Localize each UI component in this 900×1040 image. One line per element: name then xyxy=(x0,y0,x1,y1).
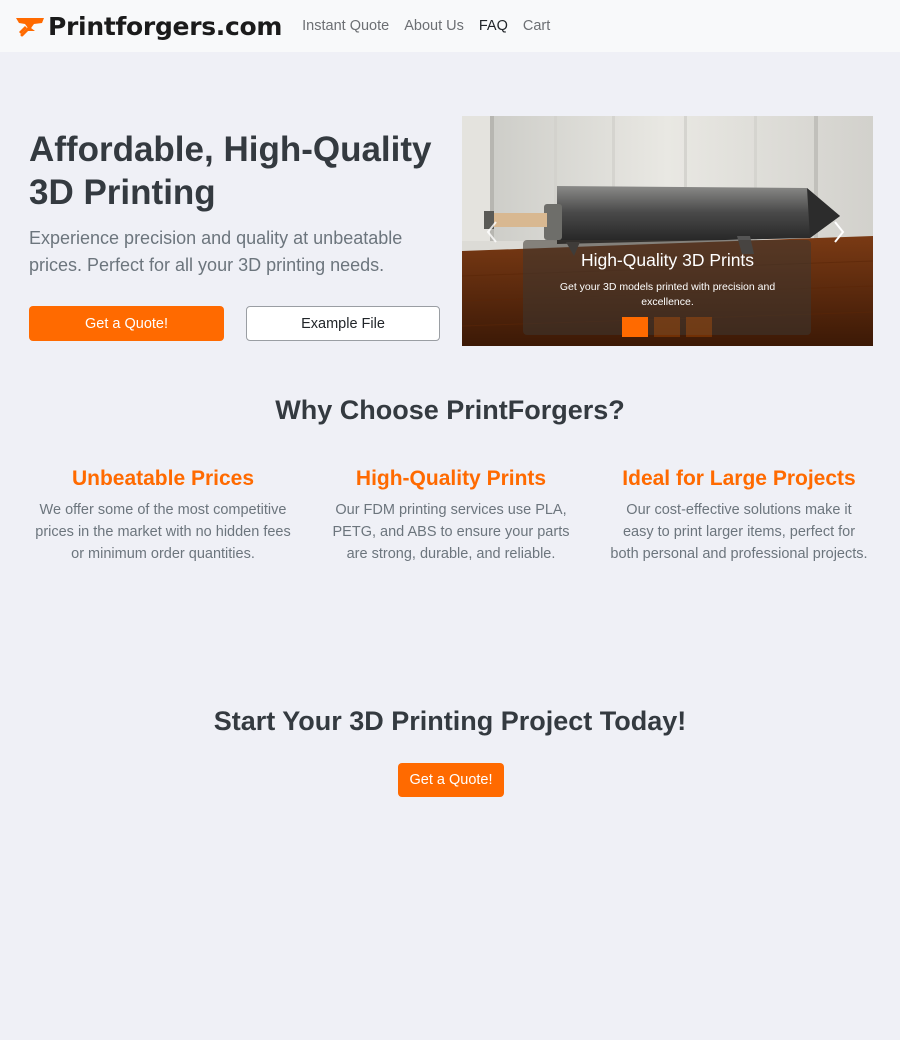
feature-text: Our FDM printing services use PLA, PETG,… xyxy=(332,502,570,562)
feature-title: Unbeatable Prices xyxy=(71,467,255,490)
feature-prices: Unbeatable Prices We offer some of the m… xyxy=(33,466,293,565)
example-file-button[interactable]: Example File xyxy=(246,306,440,341)
carousel-indicators xyxy=(622,317,718,337)
brand-name: Printforgers.com xyxy=(48,11,283,41)
carousel-indicator-1[interactable] xyxy=(622,317,648,337)
hero-carousel: High-Quality 3D Prints Get your 3D model… xyxy=(462,116,873,346)
hero-text: Experience precision and quality at unbe… xyxy=(29,228,403,275)
nav-link-cart[interactable]: Cart xyxy=(523,18,550,34)
feature-large-projects: Ideal for Large Projects Our cost-effect… xyxy=(609,466,869,565)
cta-get-quote-button[interactable]: Get a Quote! xyxy=(398,763,504,797)
cta-title: Start Your 3D Printing Project Today! xyxy=(213,706,687,736)
navbar: Printforgers.com Instant Quote About Us … xyxy=(0,0,900,52)
get-quote-button[interactable]: Get a Quote! xyxy=(29,306,224,341)
nav-link-about-us[interactable]: About Us xyxy=(404,18,464,34)
feature-quality: High-Quality Prints Our FDM printing ser… xyxy=(321,466,581,565)
nav-link-instant-quote[interactable]: Instant Quote xyxy=(302,18,389,34)
carousel-indicator-3[interactable] xyxy=(686,317,712,337)
chevron-left-icon xyxy=(486,221,497,243)
anvil-hammer-icon xyxy=(16,18,44,37)
brand-link[interactable]: Printforgers.com xyxy=(14,12,282,41)
why-choose-title: Why Choose PrintForgers? xyxy=(275,395,625,425)
carousel-indicator-2[interactable] xyxy=(654,317,680,337)
nav-link-faq[interactable]: FAQ xyxy=(479,18,508,34)
feature-text: Our cost-effective solutions make it eas… xyxy=(610,502,868,562)
feature-title: High-Quality Prints xyxy=(355,467,547,490)
hero-title: Affordable, High-Quality 3D Printing xyxy=(29,130,432,212)
carousel-prev-button[interactable] xyxy=(482,219,502,245)
nav-links: Instant Quote About Us FAQ Cart xyxy=(302,18,565,34)
feature-text: We offer some of the most competitive pr… xyxy=(35,502,291,562)
carousel-next-button[interactable] xyxy=(829,219,849,245)
feature-title: Ideal for Large Projects xyxy=(622,467,856,490)
carousel-caption-text: Get your 3D models printed with precisio… xyxy=(559,281,776,308)
chevron-right-icon xyxy=(834,221,845,243)
carousel-caption-title: High-Quality 3D Prints xyxy=(580,250,755,270)
